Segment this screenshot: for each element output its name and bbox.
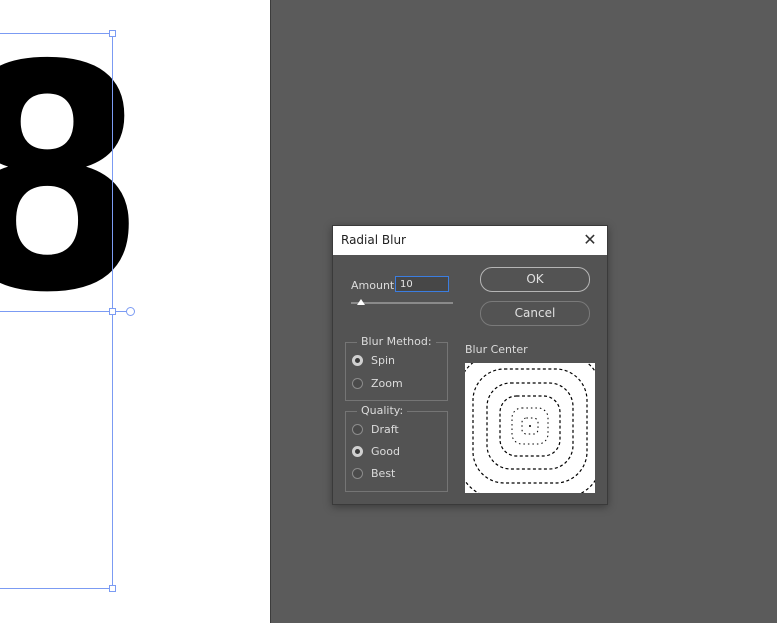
- blur-center-label: Blur Center: [465, 343, 528, 356]
- amount-label: Amount: [351, 279, 395, 292]
- dialog-titlebar[interactable]: Radial Blur ✕: [333, 226, 607, 255]
- selection-guide-middle: [0, 311, 113, 312]
- quality-label: Quality:: [357, 404, 408, 417]
- radio-zoom-label: Zoom: [371, 377, 403, 390]
- quality-group: Quality: Draft Good Best: [345, 404, 448, 492]
- radio-best-button[interactable]: [352, 468, 363, 479]
- canvas-glyph: 8: [0, 26, 146, 336]
- close-icon[interactable]: ✕: [580, 229, 600, 251]
- selection-guide-bottom: [0, 588, 113, 589]
- blur-center-pattern: [465, 363, 595, 493]
- document-canvas[interactable]: 8: [0, 0, 270, 623]
- amount-input[interactable]: 10: [395, 276, 449, 292]
- selection-handle-bottom-right[interactable]: [109, 585, 116, 592]
- radio-spin-label: Spin: [371, 354, 395, 367]
- selection-handle-mid-right[interactable]: [109, 308, 116, 315]
- selection-handle-top-right[interactable]: [109, 30, 116, 37]
- radio-zoom-button[interactable]: [352, 378, 363, 389]
- blur-method-label: Blur Method:: [357, 335, 436, 348]
- radio-spin-button[interactable]: [352, 355, 363, 366]
- radial-blur-dialog: Radial Blur ✕ Amount 10 OK Cancel Blur M…: [332, 225, 608, 505]
- radio-good-label: Good: [371, 445, 400, 458]
- radio-best-label: Best: [371, 467, 396, 480]
- blur-center-preview[interactable]: [465, 363, 595, 493]
- selection-guide-top: [0, 33, 113, 34]
- rotation-handle[interactable]: [126, 307, 135, 316]
- radio-draft-button[interactable]: [352, 424, 363, 435]
- amount-slider-track[interactable]: [351, 302, 453, 304]
- ok-button[interactable]: OK: [480, 267, 590, 292]
- cancel-button[interactable]: Cancel: [480, 301, 590, 326]
- dialog-title: Radial Blur: [341, 233, 406, 247]
- blur-method-group: Blur Method: Spin Zoom: [345, 335, 448, 401]
- canvas-edge: [270, 0, 271, 623]
- radio-good-button[interactable]: [352, 446, 363, 457]
- amount-slider-thumb[interactable]: [357, 299, 366, 305]
- radio-draft-label: Draft: [371, 423, 399, 436]
